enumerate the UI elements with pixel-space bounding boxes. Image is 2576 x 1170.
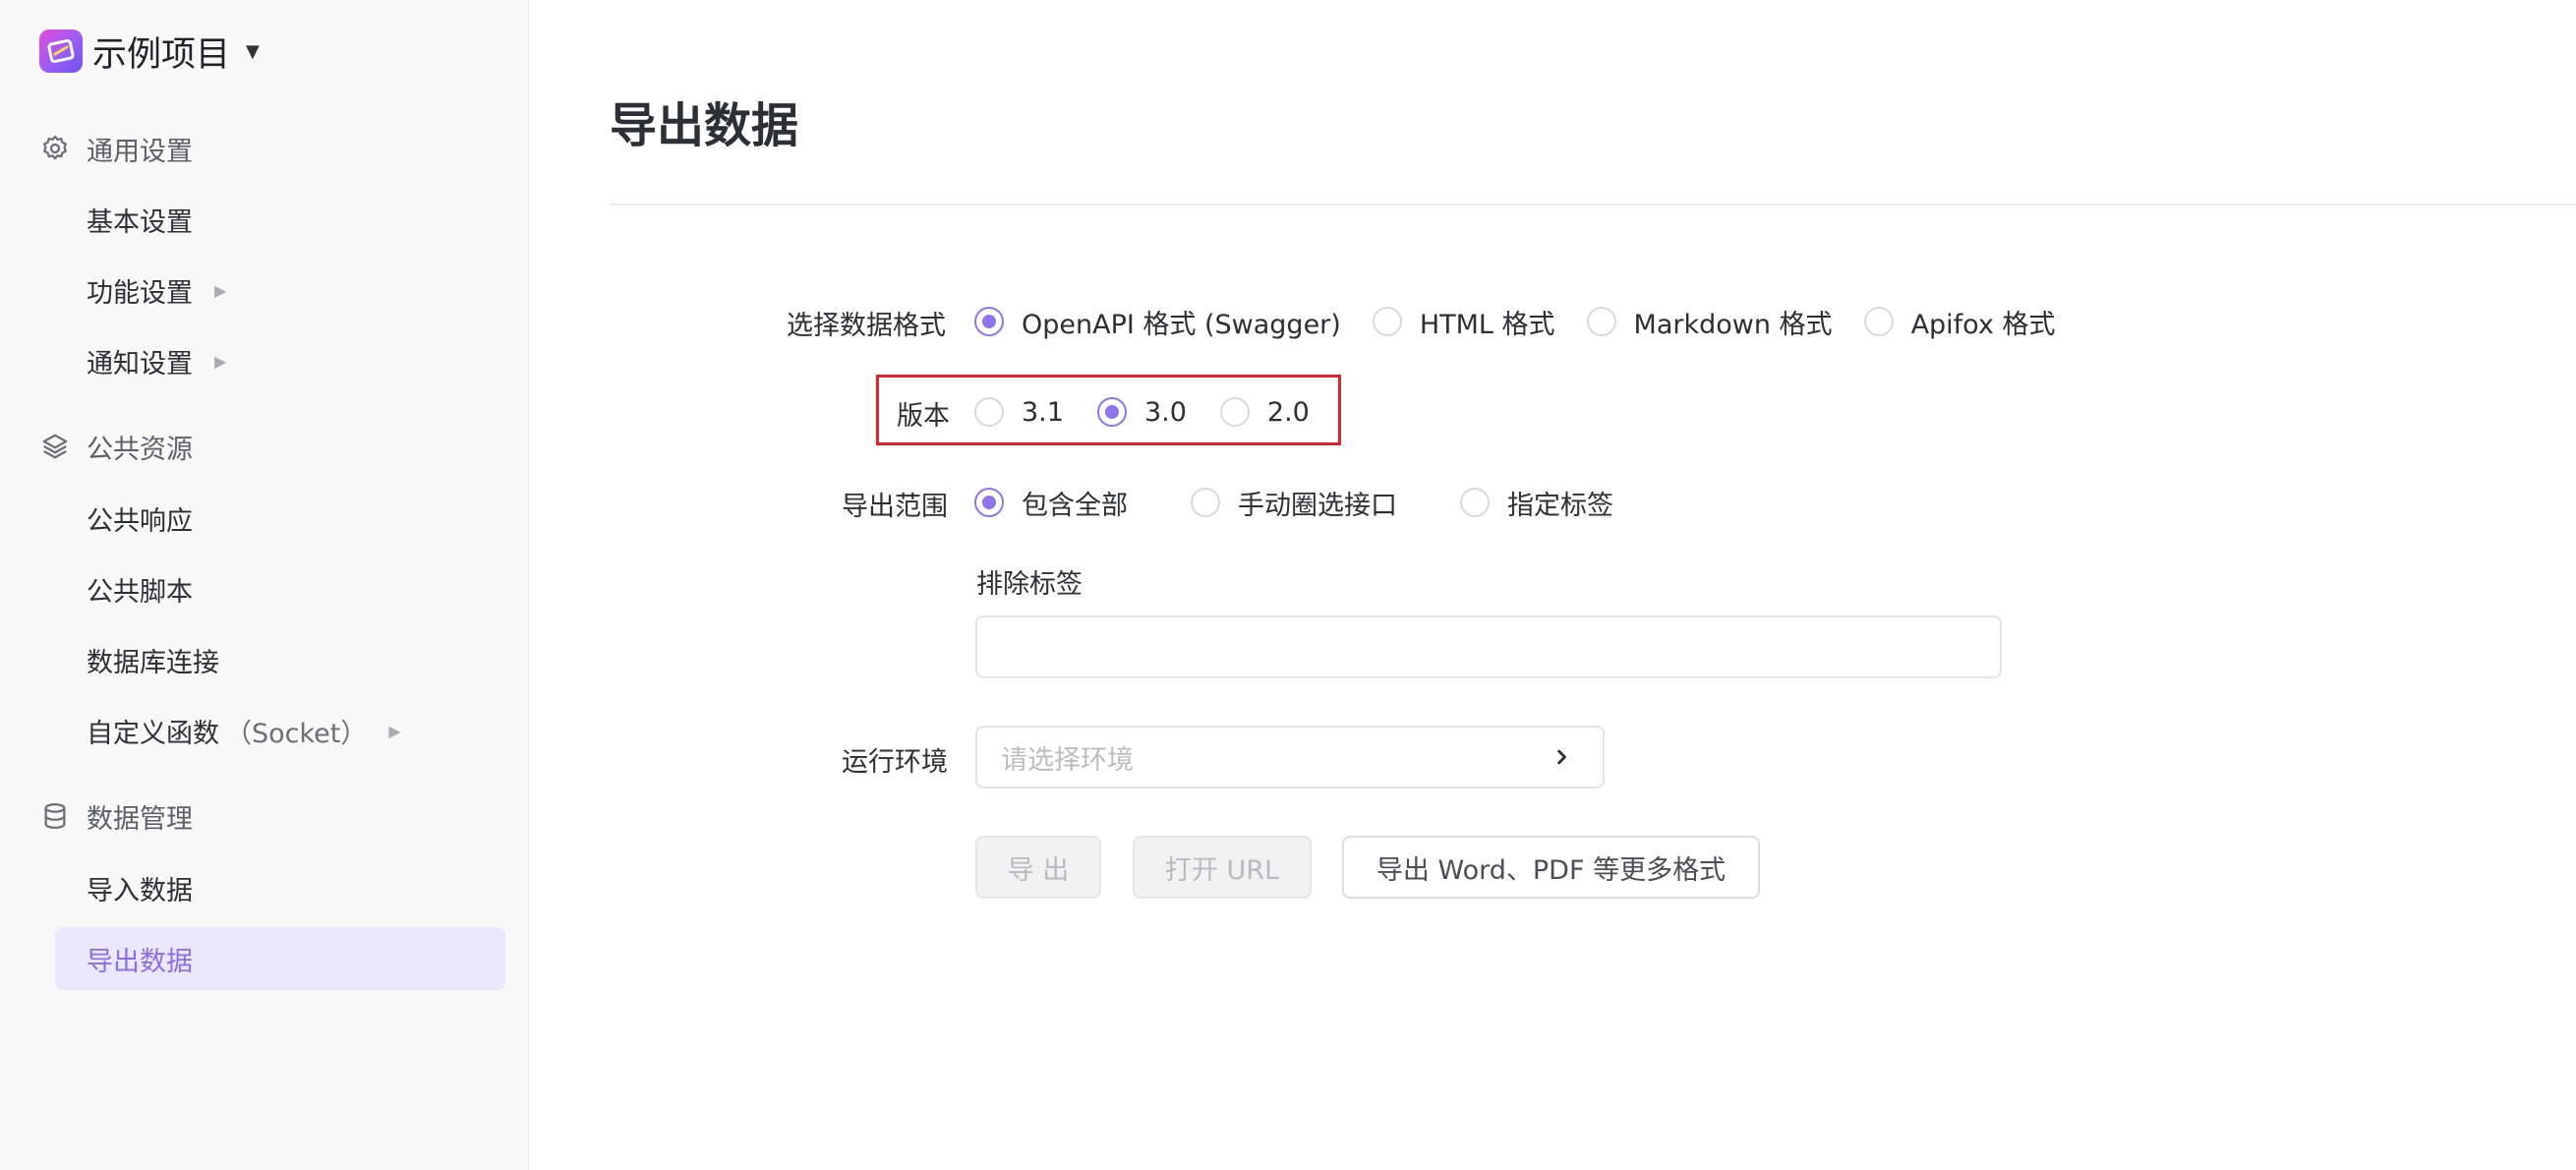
sidebar-item-notification-settings[interactable]: 通知设置 ▶: [55, 329, 505, 392]
database-icon: [39, 800, 71, 832]
sidebar-item-database-connections[interactable]: 数据库连接: [55, 628, 505, 691]
export-button[interactable]: 导 出: [975, 836, 1101, 899]
project-logo-icon: [39, 29, 83, 73]
radio-unchecked-icon: [1219, 397, 1250, 427]
format-option-markdown[interactable]: Markdown 格式: [1586, 303, 1833, 341]
sidebar: 示例项目 ▼ 通用设置 基本设置 功能设置 ▶ 通知设置 ▶ 公共资源 公共响应…: [0, 0, 529, 1170]
version-option-3-1[interactable]: 3.1: [974, 397, 1064, 428]
format-option-openapi[interactable]: OpenAPI 格式 (Swagger): [974, 303, 1341, 341]
sidebar-item-label: 自定义函数: [87, 718, 219, 749]
environment-label: 运行环境: [842, 747, 948, 778]
sidebar-group-label: 数据管理: [87, 803, 193, 835]
radio-unchecked-icon: [1586, 307, 1616, 336]
app-window: 示例项目 ▼ 通用设置 基本设置 功能设置 ▶ 通知设置 ▶ 公共资源 公共响应…: [0, 0, 2576, 1170]
title-divider: [610, 204, 2576, 205]
format-radio-group: OpenAPI 格式 (Swagger) HTML 格式 Markdown 格式…: [974, 298, 2055, 345]
sidebar-group-general: 通用设置: [39, 129, 193, 168]
caret-down-icon: ▼: [246, 40, 260, 62]
environment-select[interactable]: 请选择环境: [975, 726, 1605, 789]
sidebar-item-label: 功能设置: [87, 277, 193, 309]
sidebar-item-import-data[interactable]: 导入数据: [55, 856, 505, 919]
triangle-right-icon: ▶: [214, 351, 227, 371]
radio-unchecked-icon: [1191, 488, 1220, 517]
format-option-html[interactable]: HTML 格式: [1372, 303, 1555, 341]
sidebar-item-label: 数据库连接: [87, 647, 219, 678]
format-label: 选择数据格式: [787, 311, 946, 341]
sidebar-item-export-data[interactable]: 导出数据: [55, 927, 505, 990]
radio-checked-icon: [1096, 397, 1127, 427]
triangle-right-icon: ▶: [214, 280, 227, 300]
version-option-2-0[interactable]: 2.0: [1219, 397, 1310, 428]
radio-unchecked-icon: [1460, 488, 1490, 517]
sidebar-item-public-scripts[interactable]: 公共脚本: [55, 557, 505, 620]
radio-unchecked-icon: [1863, 307, 1894, 336]
sidebar-item-label: 基本设置: [87, 206, 193, 238]
sidebar-item-label: 导入数据: [87, 875, 193, 907]
sidebar-item-feature-settings[interactable]: 功能设置 ▶: [55, 259, 505, 322]
scope-option-all[interactable]: 包含全部: [974, 484, 1128, 522]
sidebar-item-custom-functions[interactable]: 自定义函数 （Socket） ▶: [55, 699, 505, 762]
page-title: 导出数据: [610, 98, 799, 153]
format-option-apifox[interactable]: Apifox 格式: [1863, 303, 2055, 341]
version-label: 版本: [897, 401, 950, 432]
exclude-tags-label: 排除标签: [976, 569, 1083, 600]
scope-option-tags[interactable]: 指定标签: [1460, 484, 1613, 522]
exclude-tags-input[interactable]: [975, 615, 2002, 678]
triangle-right-icon: ▶: [388, 721, 401, 740]
sidebar-item-label: 导出数据: [87, 946, 193, 977]
sidebar-item-public-responses[interactable]: 公共响应: [55, 487, 505, 550]
more-formats-button[interactable]: 导出 Word、PDF 等更多格式: [1342, 836, 1760, 899]
scope-label: 导出范围: [842, 492, 948, 522]
open-url-button[interactable]: 打开 URL: [1133, 836, 1312, 899]
environment-placeholder: 请选择环境: [1001, 744, 1134, 776]
radio-unchecked-icon: [1372, 307, 1402, 336]
sidebar-item-label: 公共响应: [87, 505, 193, 537]
sidebar-group-public-resources: 公共资源: [39, 427, 193, 466]
radio-checked-icon: [974, 488, 1004, 517]
version-option-3-0[interactable]: 3.0: [1096, 397, 1187, 428]
chevron-right-icon: [1548, 743, 1575, 771]
project-switcher[interactable]: 示例项目 ▼: [39, 28, 260, 75]
scope-radio-group: 包含全部 手动圈选接口 指定标签: [974, 479, 1613, 526]
sidebar-item-basic-settings[interactable]: 基本设置: [55, 188, 505, 251]
sidebar-item-label: 通知设置: [87, 348, 193, 380]
scope-option-manual[interactable]: 手动圈选接口: [1191, 484, 1397, 522]
layers-icon: [39, 431, 71, 462]
sidebar-group-label: 通用设置: [87, 136, 193, 167]
sidebar-item-label: 公共脚本: [87, 576, 193, 608]
sidebar-group-data-management: 数据管理: [39, 796, 193, 836]
version-radio-group: 3.1 3.0 2.0: [974, 388, 1310, 436]
project-name: 示例项目: [92, 34, 231, 75]
gear-icon: [39, 133, 71, 164]
radio-unchecked-icon: [974, 397, 1004, 427]
radio-checked-icon: [974, 307, 1004, 336]
sidebar-group-label: 公共资源: [87, 434, 193, 465]
sidebar-item-suffix: （Socket）: [225, 718, 368, 749]
